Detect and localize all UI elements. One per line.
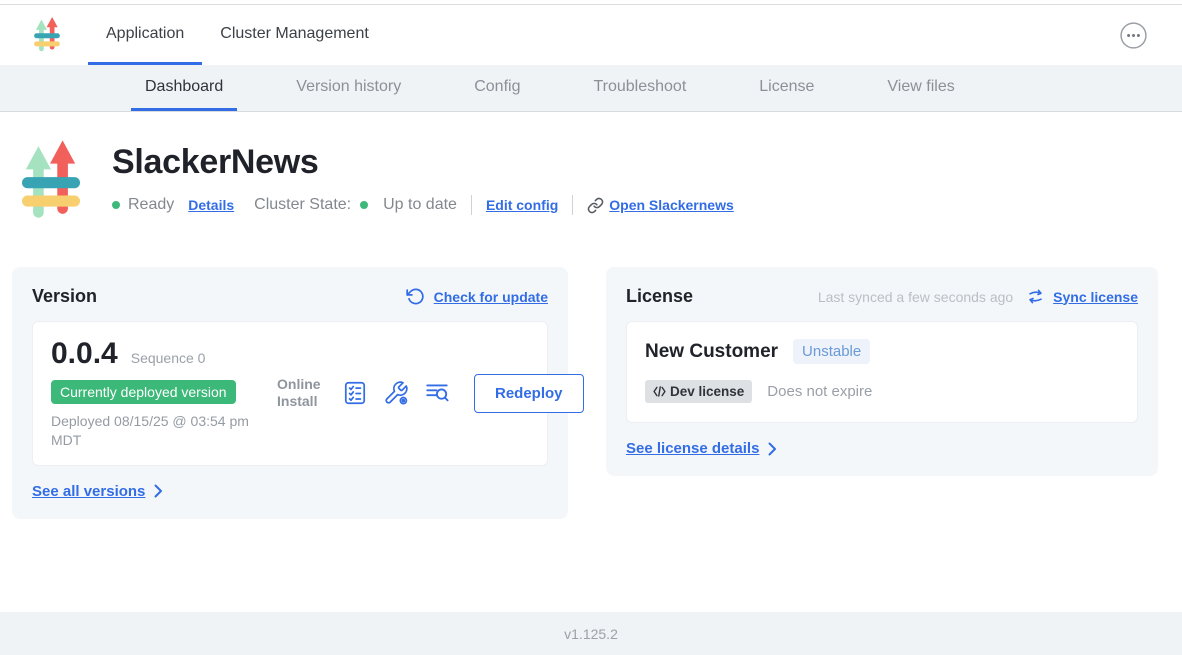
- version-number: 0.0.4: [51, 337, 118, 371]
- chevron-right-icon: [154, 484, 163, 498]
- divider: [572, 195, 573, 215]
- license-card: License Last synced a few seconds ago Sy…: [606, 267, 1158, 476]
- app-status-text: Ready: [128, 196, 174, 214]
- page-title: SlackerNews: [112, 143, 734, 182]
- details-link[interactable]: Details: [188, 197, 234, 213]
- dashboard-cards: Version Check for update 0.0.4 Sequence …: [12, 267, 1170, 519]
- nav-logo[interactable]: [33, 17, 61, 53]
- check-for-update-link[interactable]: Check for update: [434, 289, 548, 305]
- cluster-state-label: Cluster State:: [254, 196, 351, 214]
- tab-dashboard[interactable]: Dashboard: [131, 65, 237, 111]
- edit-config-link[interactable]: Edit config: [486, 197, 558, 213]
- preflight-checklist-icon[interactable]: [342, 380, 368, 406]
- app-status-row: Ready Details Cluster State: Up to date …: [112, 195, 734, 215]
- deployed-badge: Currently deployed version: [51, 380, 236, 404]
- license-panel: New Customer Unstable Dev license Does n…: [626, 321, 1138, 423]
- link-icon: [587, 197, 604, 214]
- app-icon: [22, 139, 80, 223]
- sync-license-link[interactable]: Sync license: [1053, 289, 1138, 305]
- version-card-title: Version: [32, 286, 97, 307]
- cluster-state-text: Up to date: [383, 196, 457, 214]
- app-header: SlackerNews Ready Details Cluster State:…: [22, 139, 1182, 223]
- deployed-timestamp: Deployed 08/15/25 @ 03:54 pm MDT: [51, 412, 259, 450]
- logs-icon[interactable]: [424, 380, 450, 406]
- more-menu-button[interactable]: [1120, 22, 1147, 49]
- license-card-title: License: [626, 286, 693, 307]
- config-wrench-icon[interactable]: [383, 380, 409, 406]
- refresh-icon: [406, 287, 425, 306]
- footer: v1.125.2: [0, 612, 1182, 655]
- dashboard-main: SlackerNews Ready Details Cluster State:…: [0, 112, 1182, 612]
- top-nav-tabs: Application Cluster Management: [88, 5, 387, 65]
- open-app-link[interactable]: Open Slackernews: [609, 197, 734, 213]
- sync-icon: [1027, 288, 1044, 305]
- license-type-badge: Dev license: [645, 380, 752, 403]
- app-status-dot: [112, 201, 120, 209]
- tab-version-history[interactable]: Version history: [282, 65, 415, 111]
- current-version-panel: 0.0.4 Sequence 0 Currently deployed vers…: [32, 321, 548, 466]
- cluster-state-dot: [360, 201, 368, 209]
- footer-version: v1.125.2: [564, 626, 618, 642]
- redeploy-button[interactable]: Redeploy: [474, 374, 584, 413]
- tab-application[interactable]: Application: [88, 5, 202, 65]
- tab-config[interactable]: Config: [460, 65, 534, 111]
- last-synced-text: Last synced a few seconds ago: [818, 289, 1013, 305]
- top-nav: Application Cluster Management: [0, 5, 1182, 65]
- divider: [471, 195, 472, 215]
- license-type-label: Dev license: [670, 384, 744, 399]
- tab-troubleshoot[interactable]: Troubleshoot: [579, 65, 700, 111]
- license-expiry: Does not expire: [767, 383, 872, 400]
- tab-cluster-management[interactable]: Cluster Management: [202, 5, 387, 65]
- tab-view-files[interactable]: View files: [873, 65, 968, 111]
- app-sub-nav: Dashboard Version history Config Trouble…: [0, 65, 1182, 112]
- see-all-versions-link[interactable]: See all versions: [32, 483, 145, 500]
- customer-name: New Customer: [645, 341, 778, 363]
- channel-badge: Unstable: [793, 339, 870, 364]
- see-license-details-link[interactable]: See license details: [626, 440, 759, 457]
- chevron-right-icon: [768, 442, 777, 456]
- tab-license[interactable]: License: [745, 65, 828, 111]
- install-type-label: Online Install: [277, 376, 327, 411]
- version-card: Version Check for update 0.0.4 Sequence …: [12, 267, 568, 519]
- version-sequence: Sequence 0: [131, 350, 206, 366]
- code-icon: [653, 386, 666, 397]
